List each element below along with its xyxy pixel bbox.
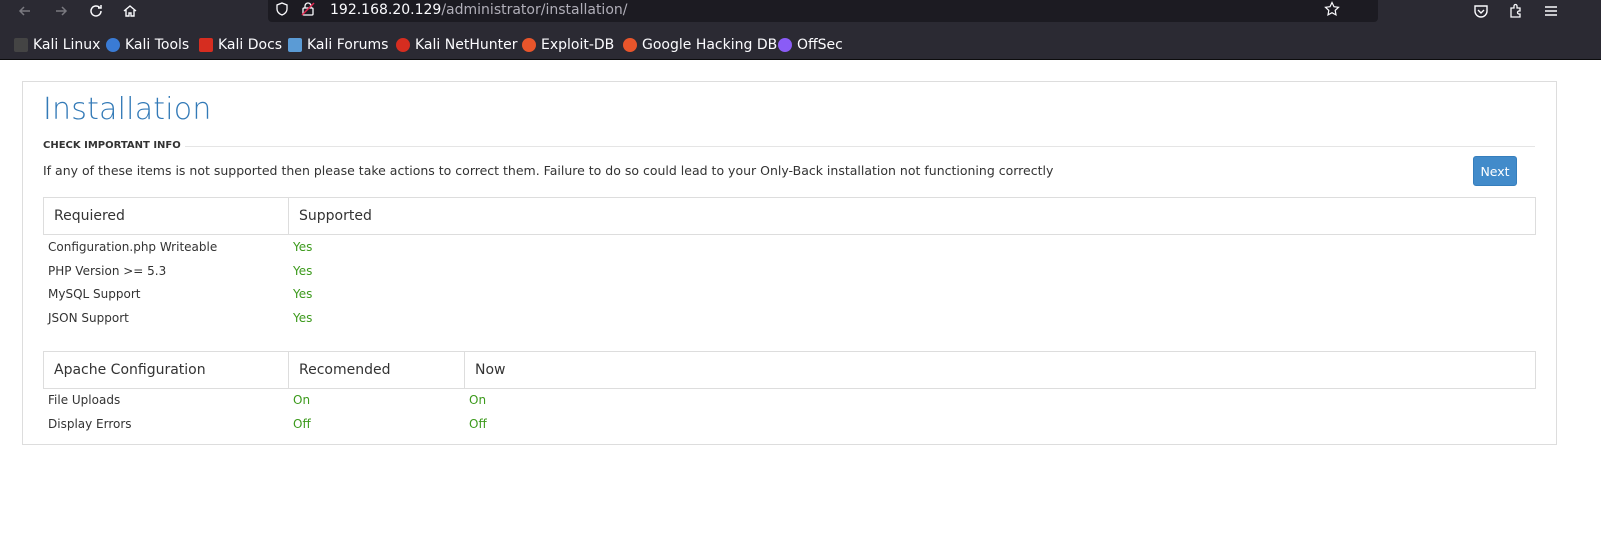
requirement-status: Yes: [293, 311, 313, 325]
page-content: Installation CHECK IMPORTANT INFO If any…: [0, 61, 1601, 541]
requirement-label: MySQL Support: [48, 287, 141, 301]
column-header-requiered: Requiered: [44, 198, 289, 234]
info-text: If any of these items is not supported t…: [43, 163, 1054, 178]
next-button[interactable]: Next: [1473, 156, 1517, 186]
legend-divider: [185, 146, 1535, 147]
apache-setting-label: Display Errors: [48, 417, 132, 431]
column-header-recomended: Recomended: [289, 352, 465, 388]
table-row: Configuration.php Writeable Yes: [43, 235, 1536, 259]
kali-dragon-icon: [14, 38, 28, 52]
kali-tools-icon: [106, 38, 120, 52]
apache-table-header: Apache Configuration Recomended Now: [43, 351, 1536, 389]
apache-recommended-value: On: [293, 393, 311, 407]
url-path: /administrator/installation/: [441, 2, 628, 18]
lock-warning-icon[interactable]: [300, 1, 316, 17]
url-text[interactable]: 192.168.20.129/administrator/installatio…: [330, 2, 627, 18]
requirement-label: JSON Support: [48, 311, 129, 325]
table-row: JSON Support Yes: [43, 306, 1536, 330]
shield-icon[interactable]: [274, 1, 290, 17]
bookmark-star-icon[interactable]: [1324, 1, 1340, 17]
apache-current-value: On: [469, 393, 487, 407]
bookmark-label: OffSec: [797, 37, 843, 53]
bookmark-label: Kali Docs: [218, 37, 283, 53]
bookmark-label: Kali Forums: [307, 37, 389, 53]
bookmark-label: Kali NetHunter: [415, 37, 518, 53]
bookmark-label: Exploit-DB: [541, 37, 615, 53]
url-host: 192.168.20.129: [330, 2, 442, 18]
table-row: MySQL Support Yes: [43, 282, 1536, 306]
column-header-now: Now: [475, 362, 506, 378]
requirement-status: Yes: [293, 264, 313, 278]
bookmark-label: Kali Tools: [125, 37, 190, 53]
kali-docs-icon: [199, 38, 213, 52]
required-table-header: Requiered Supported: [43, 197, 1536, 235]
reload-icon[interactable]: [83, 0, 109, 22]
table-row: PHP Version >= 5.3 Yes: [43, 259, 1536, 283]
url-bar[interactable]: 192.168.20.129/administrator/installatio…: [268, 0, 1378, 22]
bookmark-kali-docs[interactable]: Kali Docs: [199, 36, 282, 54]
offsec-icon: [778, 38, 792, 52]
bookmark-kali-linux[interactable]: Kali Linux: [14, 36, 100, 54]
requirement-status: Yes: [293, 287, 313, 301]
table-row: File Uploads On On: [43, 388, 1536, 412]
menu-icon[interactable]: [1538, 0, 1564, 22]
apache-setting-label: File Uploads: [48, 393, 121, 407]
back-icon[interactable]: [12, 0, 38, 22]
section-legend: CHECK IMPORTANT INFO: [43, 140, 181, 151]
bookmark-google-hacking-db[interactable]: Google Hacking DB: [623, 36, 777, 54]
page-title: Installation: [43, 92, 212, 127]
browser-toolbar: 192.168.20.129/administrator/installatio…: [0, 0, 1601, 24]
bookmark-label: Google Hacking DB: [642, 37, 778, 53]
pocket-icon[interactable]: [1468, 0, 1494, 22]
extensions-icon[interactable]: [1503, 0, 1529, 22]
exploit-db-icon: [522, 38, 536, 52]
bookmark-exploit-db[interactable]: Exploit-DB: [522, 36, 614, 54]
bookmarks-bar: Kali Linux Kali Tools Kali Docs Kali For…: [0, 24, 1601, 60]
kali-forums-icon: [288, 38, 302, 52]
ghdb-icon: [623, 38, 637, 52]
bookmark-label: Kali Linux: [33, 37, 101, 53]
home-icon[interactable]: [117, 0, 143, 22]
bookmark-kali-forums[interactable]: Kali Forums: [288, 36, 388, 54]
requirement-status: Yes: [293, 240, 313, 254]
column-header-supported: Supported: [299, 208, 372, 224]
bookmark-offsec[interactable]: OffSec: [778, 36, 843, 54]
table-row: Display Errors Off Off: [43, 412, 1536, 436]
bookmark-kali-tools[interactable]: Kali Tools: [106, 36, 189, 54]
apache-current-value: Off: [469, 417, 487, 431]
installation-panel: Installation CHECK IMPORTANT INFO If any…: [22, 81, 1557, 445]
column-header-apache-configuration: Apache Configuration: [44, 352, 289, 388]
apache-recommended-value: Off: [293, 417, 311, 431]
requirement-label: PHP Version >= 5.3: [48, 264, 167, 278]
nethunter-icon: [396, 38, 410, 52]
requirement-label: Configuration.php Writeable: [48, 240, 218, 254]
forward-icon[interactable]: [48, 0, 74, 22]
bookmark-kali-nethunter[interactable]: Kali NetHunter: [396, 36, 517, 54]
